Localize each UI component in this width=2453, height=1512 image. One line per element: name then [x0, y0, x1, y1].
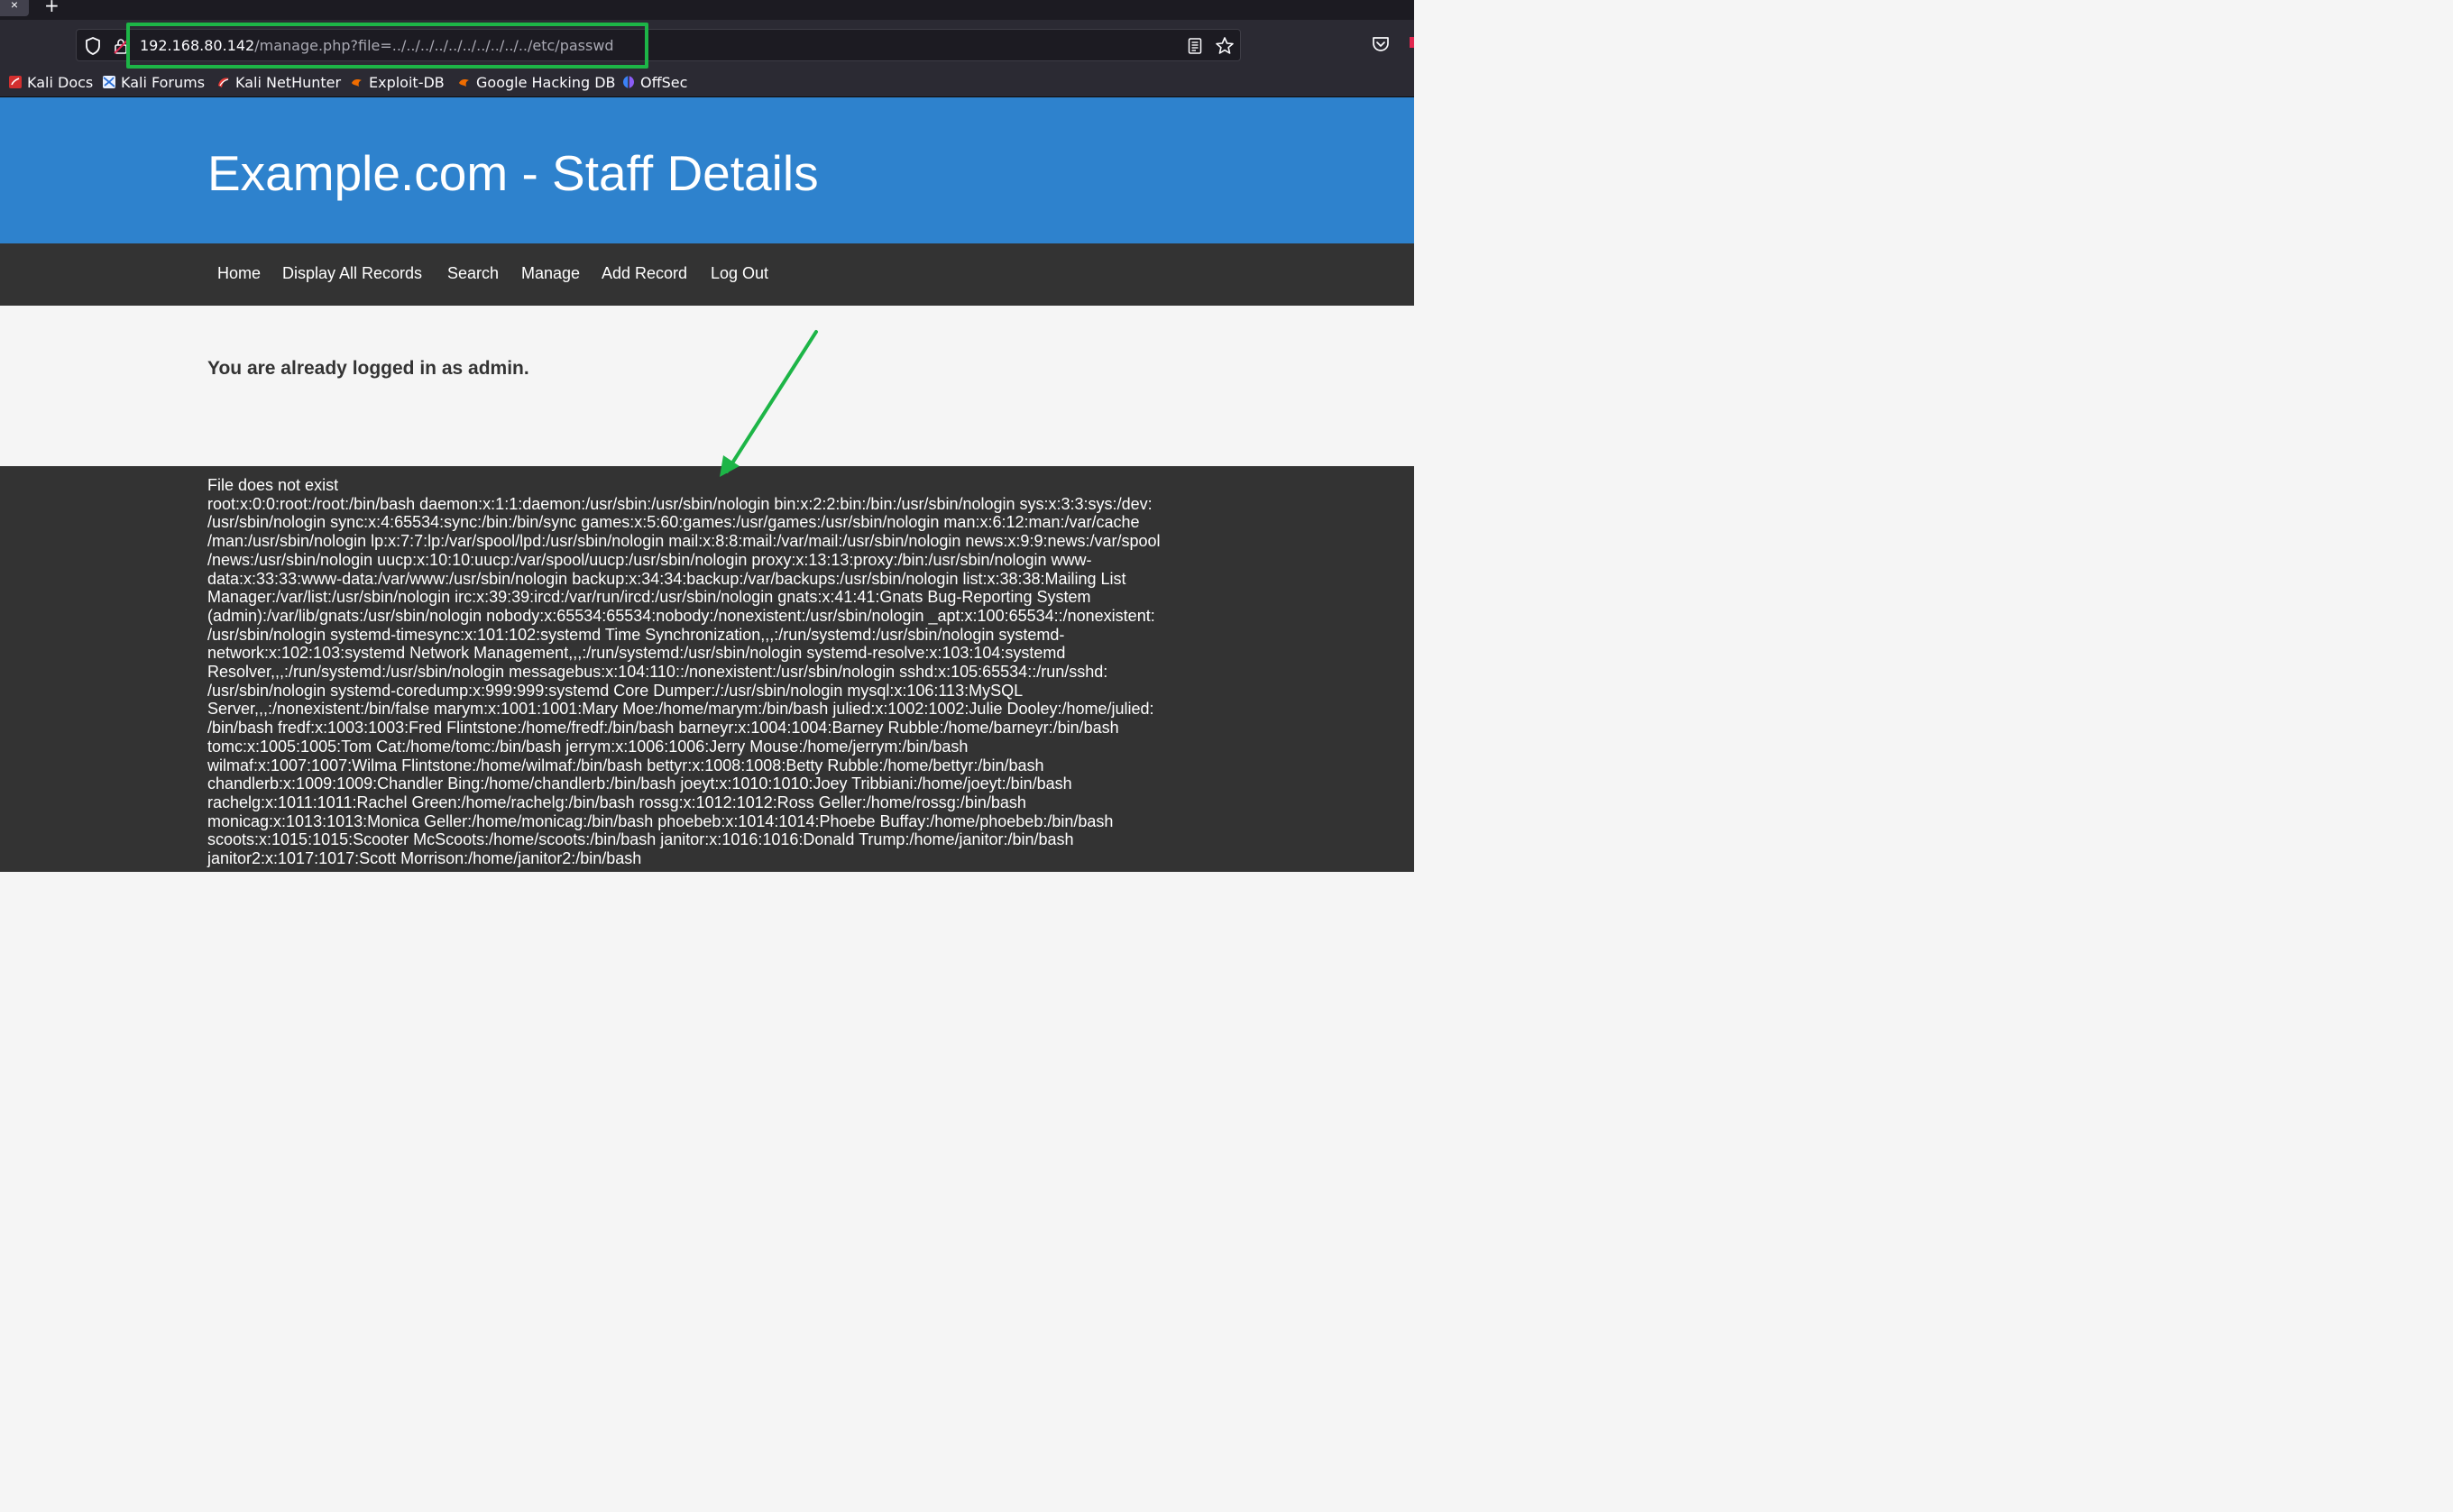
- offsec-icon: [623, 76, 634, 88]
- bookmark-label: Kali NetHunter: [235, 73, 342, 91]
- nav-display-all-records[interactable]: Display All Records: [282, 264, 422, 283]
- bookmark-exploit-db[interactable]: Exploit-DB: [350, 72, 445, 92]
- star-icon[interactable]: [1215, 36, 1235, 56]
- bookmark-google-hacking-db[interactable]: Google Hacking DB: [457, 72, 616, 92]
- kali-nethunter-icon: [218, 78, 229, 87]
- output-line: janitor2:x:1017:1017:Scott Morrison:/hom…: [207, 849, 642, 868]
- pocket-icon[interactable]: [1371, 34, 1391, 54]
- bookmark-label: Google Hacking DB: [476, 73, 616, 91]
- lock-icon[interactable]: [114, 38, 128, 54]
- tab-strip: × +: [0, 0, 1414, 20]
- output-line: data:x:33:33:www-data:/var/www:/usr/sbin…: [207, 569, 1126, 588]
- url-bar[interactable]: 192.168.80.142/manage.php?file=../../../…: [76, 29, 1241, 61]
- browser-navbar: 192.168.80.142/manage.php?file=../../../…: [0, 20, 1414, 69]
- reader-view-icon[interactable]: [1186, 37, 1204, 55]
- file-error-message: File does not exist: [207, 476, 339, 494]
- bookmark-label: Kali Forums: [121, 73, 206, 91]
- file-output-panel: File does not exist root:x:0:0:root:/root…: [0, 466, 1414, 872]
- kali-forums-icon: [103, 76, 115, 88]
- site-nav: Home Display All Records Search Manage A…: [0, 243, 1414, 306]
- bookmark-offsec[interactable]: OffSec: [621, 72, 687, 92]
- bookmark-label: Exploit-DB: [369, 73, 445, 91]
- output-line: /news:/usr/sbin/nologin uucp:x:10:10:uuc…: [207, 550, 1092, 569]
- output-line: chandlerb:x:1009:1009:Chandler Bing:/hom…: [207, 774, 1072, 793]
- nav-log-out[interactable]: Log Out: [711, 264, 768, 283]
- output-line: /usr/sbin/nologin sync:x:4:65534:sync:/b…: [207, 513, 1140, 532]
- output-line: tomc:x:1005:1005:Tom Cat:/home/tomc:/bin…: [207, 737, 969, 756]
- annotation-arrow: [720, 330, 818, 477]
- output-line: /man:/usr/sbin/nologin lp:x:7:7:lp:/var/…: [207, 532, 1161, 551]
- output-line: wilmaf:x:1007:1007:Wilma Flintstone:/hom…: [207, 756, 1044, 774]
- output-line: Resolver,,,:/run/systemd:/usr/sbin/nolog…: [207, 663, 1108, 682]
- logged-in-message: You are already logged in as admin.: [207, 358, 529, 379]
- shield-icon[interactable]: [85, 37, 101, 55]
- url-field[interactable]: 192.168.80.142/manage.php?file=../../../…: [140, 37, 614, 54]
- output-line: /usr/sbin/nologin systemd-coredump:x:999…: [207, 681, 1024, 700]
- bookmark-label: OffSec: [640, 73, 688, 91]
- main-content: You are already logged in as admin.: [0, 306, 1414, 466]
- bookmark-kali-docs[interactable]: Kali Docs: [8, 72, 93, 92]
- kali-docs-icon: [9, 76, 22, 88]
- output-line: /bin/bash fredf:x:1003:1003:Fred Flintst…: [207, 719, 1119, 738]
- bookmark-kali-nethunter[interactable]: Kali NetHunter: [216, 72, 341, 92]
- url-path: /manage.php?file=../../../../../../../..…: [254, 37, 614, 54]
- passwd-output: File does not exist root:x:0:0:root:/root…: [207, 476, 1199, 868]
- close-tab-icon[interactable]: ×: [0, 0, 29, 16]
- output-line: /usr/sbin/nologin systemd-timesync:x:101…: [207, 625, 1065, 644]
- output-line: rachelg:x:1011:1011:Rachel Green:/home/r…: [207, 793, 1026, 811]
- output-line: Manager:/var/list:/usr/sbin/nologin irc:…: [207, 588, 1091, 607]
- output-line: (admin):/var/lib/gnats:/usr/sbin/nologin…: [207, 606, 1155, 625]
- output-line: Server,,,:/nonexistent:/bin/false marym:…: [207, 700, 1154, 719]
- web-page: Example.com - Staff Details Home Display…: [0, 97, 1414, 872]
- page-title: Example.com - Staff Details: [207, 145, 819, 201]
- nav-search[interactable]: Search: [447, 264, 499, 283]
- ghdb-icon: [459, 79, 469, 87]
- nav-home[interactable]: Home: [217, 264, 261, 283]
- exploit-db-icon: [352, 79, 362, 87]
- output-line: monicag:x:1013:1013:Monica Geller:/home/…: [207, 811, 1114, 830]
- bookmarks-toolbar: Kali Docs Kali Forums Kali NetHunter Exp…: [0, 69, 1414, 97]
- bookmark-kali-forums[interactable]: Kali Forums: [102, 72, 205, 92]
- nav-add-record[interactable]: Add Record: [602, 264, 687, 283]
- site-header: Example.com - Staff Details: [0, 97, 1414, 243]
- new-tab-button[interactable]: +: [44, 0, 60, 16]
- output-line: root:x:0:0:root:/root:/bin/bash daemon:x…: [207, 494, 1153, 513]
- extension-icon[interactable]: [1407, 36, 1416, 49]
- bookmark-label: Kali Docs: [27, 73, 94, 91]
- output-line: scoots:x:1015:1015:Scooter McScoots:/hom…: [207, 830, 1074, 849]
- output-line: network:x:102:103:systemd Network Manage…: [207, 644, 1066, 663]
- nav-manage[interactable]: Manage: [521, 264, 580, 283]
- url-host: 192.168.80.142: [140, 37, 255, 54]
